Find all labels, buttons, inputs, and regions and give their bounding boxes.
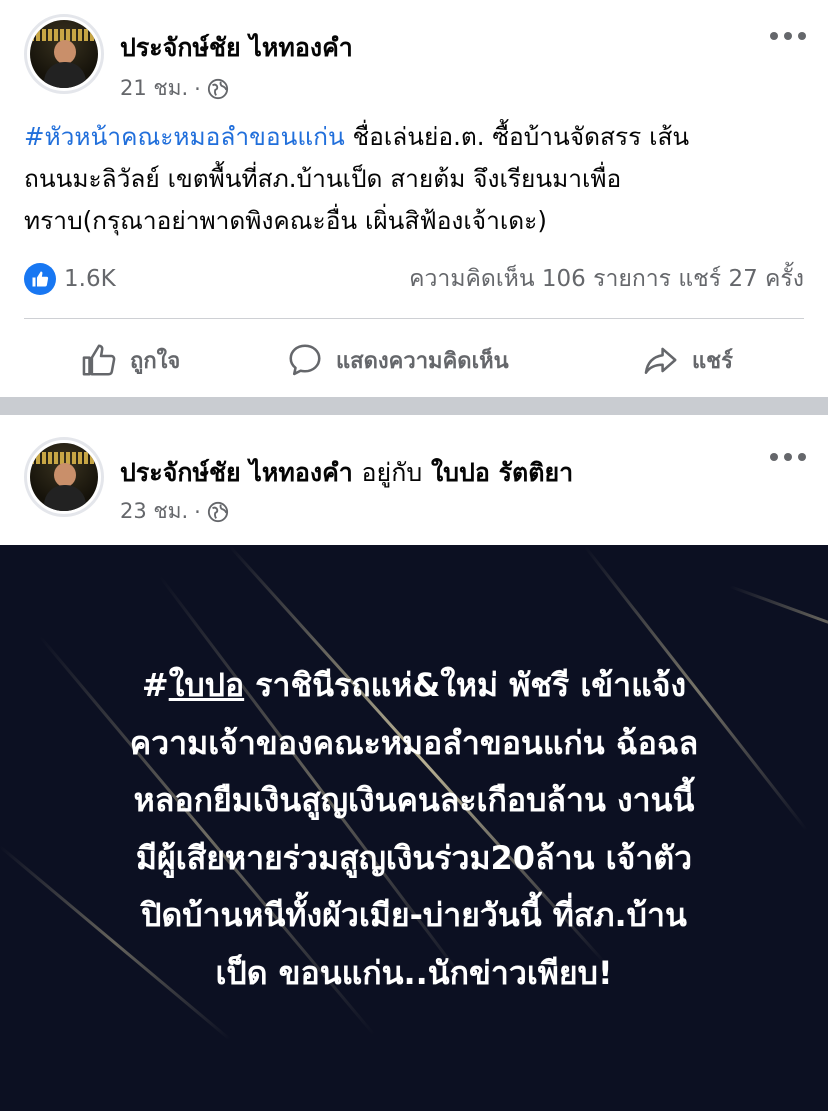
- engagement-stats: 1.6K ความคิดเห็น 106 รายการ แชร์ 27 ครั้…: [24, 262, 804, 296]
- action-bar: ถูกใจ แสดงความคิดเห็น แชร์: [0, 334, 828, 386]
- avatar[interactable]: [24, 437, 104, 517]
- comment-icon: [289, 344, 321, 376]
- tagged-person[interactable]: ใบปอ รัตติยา: [431, 458, 573, 487]
- like-label: ถูกใจ: [130, 348, 181, 374]
- globe-icon: [207, 78, 228, 99]
- author-name[interactable]: ประจักษ์ชัย ไหทองคำ: [120, 458, 353, 487]
- image-hash: #: [141, 666, 169, 704]
- image-line6: เป็ด ขอนแก่น..นักข่าวเพียบ!: [215, 953, 613, 992]
- light-streak: [729, 585, 828, 657]
- image-line2: ความเจ้าของคณะหมอลำขอนแก่น ฉ้อฉล: [129, 723, 699, 762]
- post-time[interactable]: 23 ชม.: [120, 495, 188, 528]
- post-card: ประจักษ์ชัย ไหทองคำ อยู่กับ ใบปอ รัตติยา…: [0, 415, 828, 1111]
- like-badge-icon[interactable]: [24, 263, 56, 295]
- image-caption: #ใบปอ ราชินีรถแห่&ใหม่ พัชรี เข้าแจ้ง คว…: [30, 657, 798, 1002]
- feed-separator: [0, 397, 828, 415]
- post-meta: 23 ชม. ·: [120, 495, 229, 528]
- image-line3: หลอกยืมเงินสูญเงินคนละเกือบล้าน งานนี้: [133, 781, 695, 819]
- share-button[interactable]: แชร์: [642, 341, 733, 379]
- comment-button[interactable]: แสดงความคิดเห็น: [286, 341, 509, 379]
- post-image[interactable]: #ใบปอ ราชินีรถแห่&ใหม่ พัชรี เข้าแจ้ง คว…: [0, 545, 828, 1111]
- post-meta: 21 ชม. ·: [120, 72, 229, 105]
- avatar[interactable]: [24, 14, 104, 94]
- image-tag: ใบปอ: [168, 666, 245, 704]
- meta-dot: ·: [194, 499, 201, 524]
- image-line4: มีผู้เสียหายร่วมสูญเงินร่วม20ล้าน เจ้าตั…: [135, 838, 693, 877]
- post-text: #หัวหน้าคณะหมอลำขอนแก่น ชื่อเล่นย่อ.ต. ซ…: [24, 116, 808, 242]
- more-options-icon[interactable]: [770, 32, 806, 44]
- thumbs-up-icon: [82, 344, 116, 376]
- more-options-icon[interactable]: [770, 453, 806, 465]
- author-name[interactable]: ประจักษ์ชัย ไหทองคำ: [120, 28, 353, 68]
- post-text-line2: ถนนมะลิวัลย์ เขตพื้นที่สภ.บ้านเป็ด สายต้…: [24, 164, 622, 193]
- like-count[interactable]: 1.6K: [64, 266, 116, 292]
- post-time[interactable]: 21 ชม.: [120, 72, 188, 105]
- share-label: แชร์: [692, 348, 733, 374]
- like-button[interactable]: ถูกใจ: [80, 341, 180, 379]
- divider: [24, 318, 804, 319]
- post-text-line3: ทราบ(กรุณาอย่าพาดพิงคณะอื่น เผิ่นสิฟ้องเ…: [24, 206, 547, 235]
- comment-label: แสดงความคิดเห็น: [336, 348, 509, 374]
- meta-dot: ·: [194, 76, 201, 101]
- hashtag-link[interactable]: #หัวหน้าคณะหมอลำขอนแก่น: [24, 122, 345, 151]
- post-text-line1: ชื่อเล่นย่อ.ต. ซื้อบ้านจัดสรร เส้น: [344, 122, 690, 151]
- share-icon: [644, 347, 677, 374]
- comments-shares-count[interactable]: ความคิดเห็น 106 รายการ แชร์ 27 ครั้ง: [409, 261, 804, 297]
- image-line5: ปิดบ้านหนีทั้งผัวเมีย-บ่ายวันนี้ ที่สภ.บ…: [141, 896, 687, 934]
- globe-icon: [207, 501, 228, 522]
- author-line: ประจักษ์ชัย ไหทองคำ อยู่กับ ใบปอ รัตติยา: [120, 453, 573, 493]
- image-line1: ราชินีรถแห่&ใหม่ พัชรี เข้าแจ้ง: [244, 666, 687, 704]
- with-label: อยู่กับ: [361, 458, 423, 487]
- post-card: ประจักษ์ชัย ไหทองคำ 21 ชม. · #หัวหน้าคณะ…: [0, 0, 828, 397]
